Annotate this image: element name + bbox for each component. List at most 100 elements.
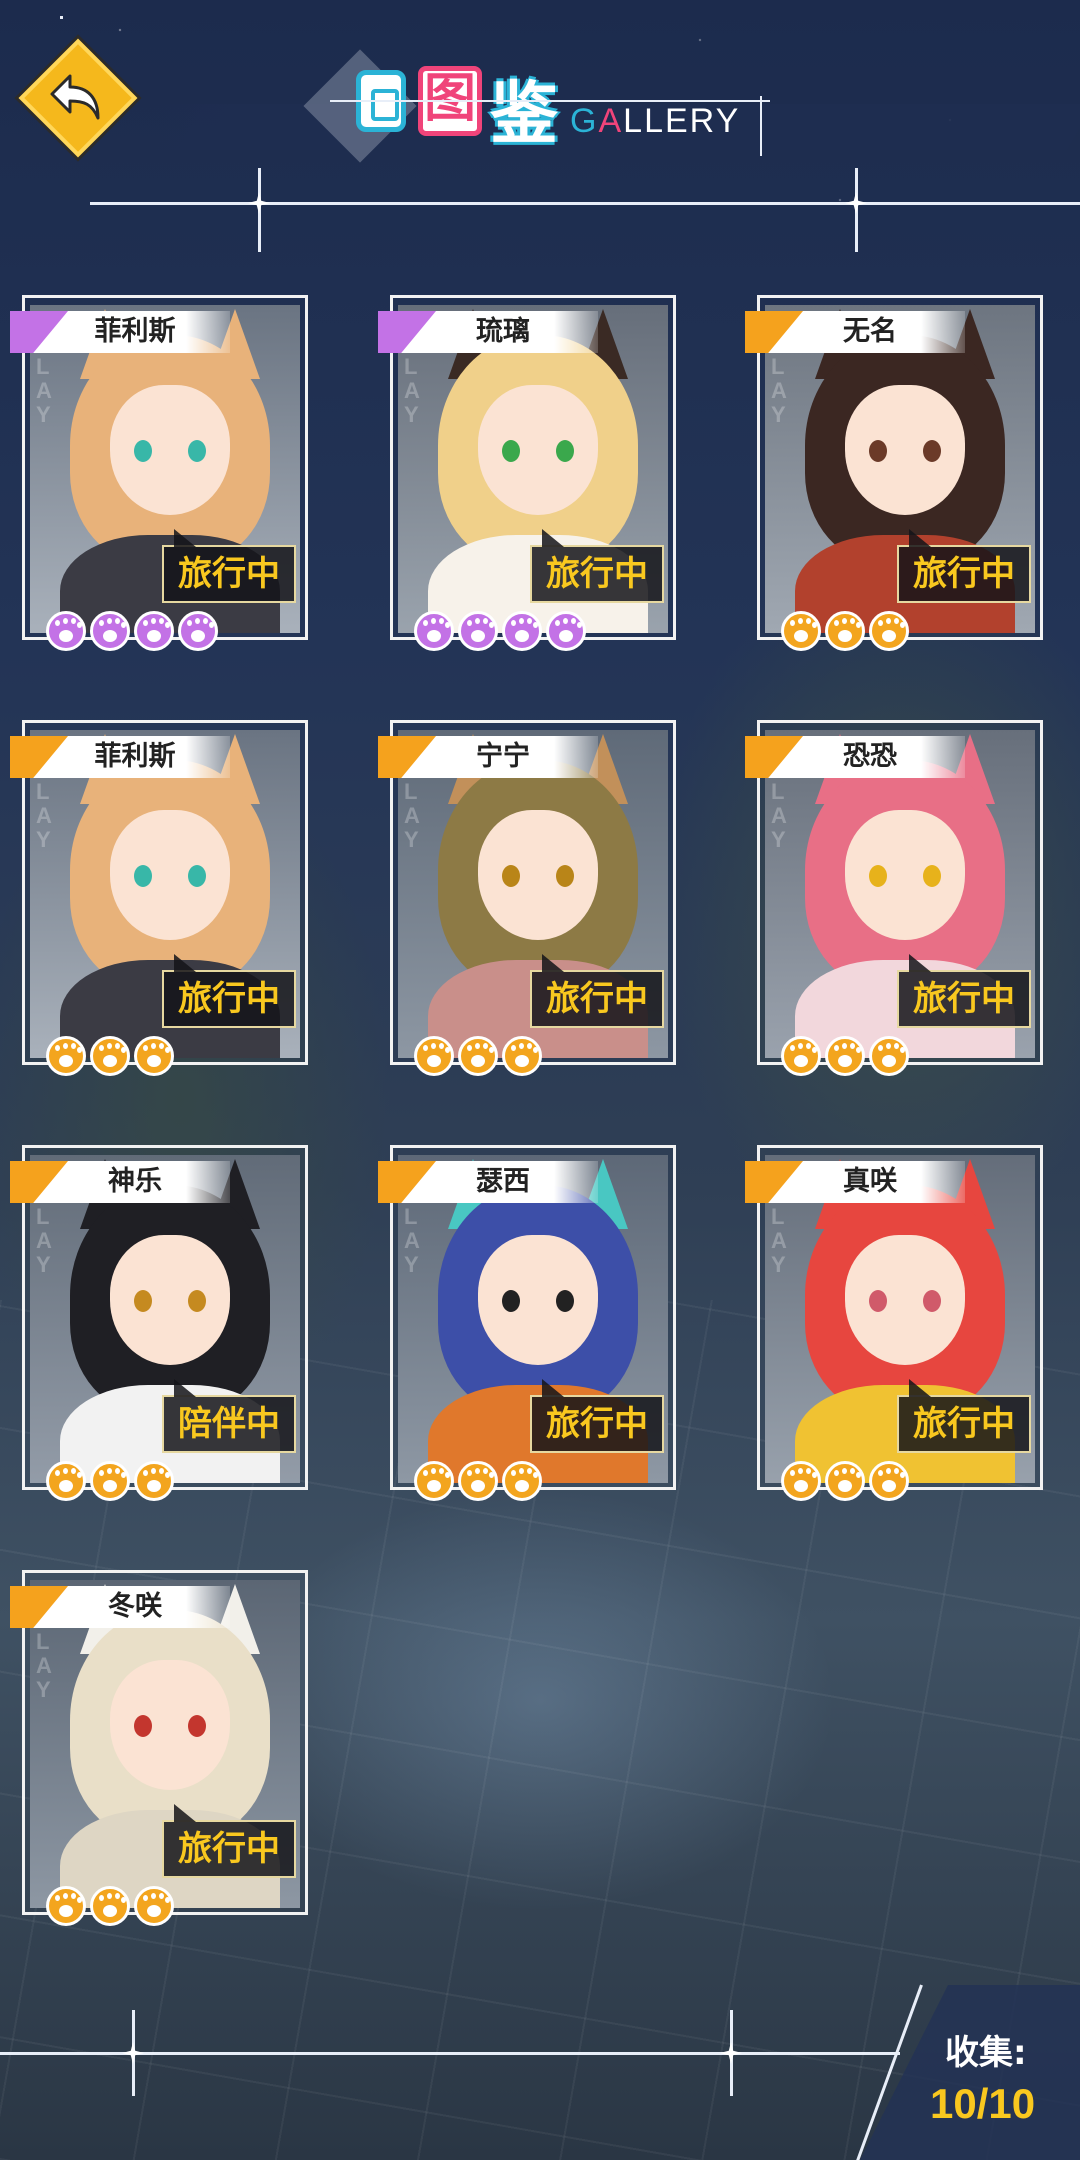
collection-label: 收集: [945, 2033, 1027, 2073]
status-badge: 旅行中 [897, 529, 1031, 603]
character-face [478, 385, 598, 515]
status-text: 旅行中 [913, 1404, 1015, 1444]
character-name: 恐恐 [843, 741, 897, 772]
character-card[interactable]: LAY 真咲 旅行中 [745, 1145, 1045, 1501]
paw-icon [502, 611, 542, 651]
status-badge: 旅行中 [530, 954, 664, 1028]
paw-icon [414, 1036, 454, 1076]
status-badge: 旅行中 [162, 954, 296, 1028]
paw-rating [46, 611, 218, 651]
character-eye [869, 865, 887, 887]
status-badge: 旅行中 [530, 1379, 664, 1453]
paw-rating [781, 1461, 909, 1501]
character-eye [188, 440, 206, 462]
paw-rating [46, 1461, 174, 1501]
back-button[interactable] [18, 38, 138, 158]
character-eye [556, 440, 574, 462]
portrait-watermark: LAY [36, 779, 52, 852]
title-underline [330, 100, 770, 102]
character-name: 宁宁 [476, 741, 530, 772]
character-eye [502, 865, 520, 887]
character-name: 神乐 [108, 1166, 162, 1197]
character-eye [134, 1290, 152, 1312]
character-name: 真咲 [843, 1166, 897, 1197]
collection-value: 10/10 [930, 2080, 1036, 2127]
paw-icon [869, 1461, 909, 1501]
portrait-watermark: LAY [404, 354, 420, 427]
status-text: 旅行中 [546, 554, 648, 594]
character-eye [188, 1715, 206, 1737]
paw-icon [458, 611, 498, 651]
character-face [845, 1235, 965, 1365]
status-text: 旅行中 [913, 554, 1015, 594]
paw-icon [134, 1036, 174, 1076]
paw-icon [502, 1036, 542, 1076]
character-eye [923, 440, 941, 462]
paw-icon [825, 1036, 865, 1076]
character-eye [869, 1290, 887, 1312]
character-card[interactable]: LAY 菲利斯 旅行中 [10, 720, 310, 1076]
status-badge: 旅行中 [897, 1379, 1031, 1453]
paw-icon [825, 1461, 865, 1501]
character-card[interactable]: LAY 恐恐 旅行中 [745, 720, 1045, 1076]
status-text: 旅行中 [178, 979, 280, 1019]
character-name-tab: 宁宁 [378, 736, 598, 778]
portrait-watermark: LAY [771, 354, 787, 427]
character-eye [556, 865, 574, 887]
title-char-2: 鉴 [490, 75, 559, 154]
paw-icon [546, 611, 586, 651]
paw-icon [90, 611, 130, 651]
paw-icon [134, 611, 174, 651]
character-eye [923, 865, 941, 887]
character-eye [188, 865, 206, 887]
paw-icon [825, 611, 865, 651]
paw-icon [458, 1461, 498, 1501]
character-face [478, 1235, 598, 1365]
character-eye [923, 1290, 941, 1312]
status-text: 旅行中 [178, 1829, 280, 1869]
paw-icon [90, 1461, 130, 1501]
character-name-tab: 瑟西 [378, 1161, 598, 1203]
paw-icon [869, 1036, 909, 1076]
status-text: 旅行中 [913, 979, 1015, 1019]
character-face [110, 1235, 230, 1365]
paw-rating [414, 1036, 542, 1076]
paw-icon [781, 1461, 821, 1501]
character-eye [869, 440, 887, 462]
status-text: 旅行中 [178, 554, 280, 594]
character-card[interactable]: LAY 神乐 陪伴中 [10, 1145, 310, 1501]
character-face [845, 385, 965, 515]
character-card[interactable]: LAY 琉璃 旅行中 [378, 295, 678, 651]
character-name: 菲利斯 [94, 316, 176, 347]
character-eye [502, 1290, 520, 1312]
character-card[interactable]: LAY 无名 旅行中 [745, 295, 1045, 651]
character-card[interactable]: LAY 宁宁 旅行中 [378, 720, 678, 1076]
character-name-tab: 真咲 [745, 1161, 965, 1203]
paw-icon [414, 611, 454, 651]
portrait-watermark: LAY [36, 1204, 52, 1277]
character-name: 冬咲 [108, 1591, 162, 1622]
portrait-watermark: LAY [36, 1629, 52, 1702]
character-name: 菲利斯 [94, 741, 176, 772]
character-face [110, 1660, 230, 1790]
portrait-watermark: LAY [404, 1204, 420, 1277]
character-card[interactable]: LAY 冬咲 旅行中 [10, 1570, 310, 1926]
portrait-watermark: LAY [404, 779, 420, 852]
character-card[interactable]: LAY 瑟西 旅行中 [378, 1145, 678, 1501]
corner-dot [60, 16, 63, 19]
character-face [845, 810, 965, 940]
paw-icon [134, 1461, 174, 1501]
paw-icon [781, 1036, 821, 1076]
character-face [478, 810, 598, 940]
paw-icon [46, 611, 86, 651]
paw-rating [781, 611, 909, 651]
title-right-tick [760, 96, 762, 156]
character-eye [556, 1290, 574, 1312]
paw-icon [134, 1886, 174, 1926]
character-card[interactable]: LAY 菲利斯 旅行中 [10, 295, 310, 651]
character-name-tab: 菲利斯 [10, 736, 230, 778]
paw-icon [90, 1036, 130, 1076]
character-name-tab: 神乐 [10, 1161, 230, 1203]
character-eye [134, 440, 152, 462]
character-name-tab: 恐恐 [745, 736, 965, 778]
